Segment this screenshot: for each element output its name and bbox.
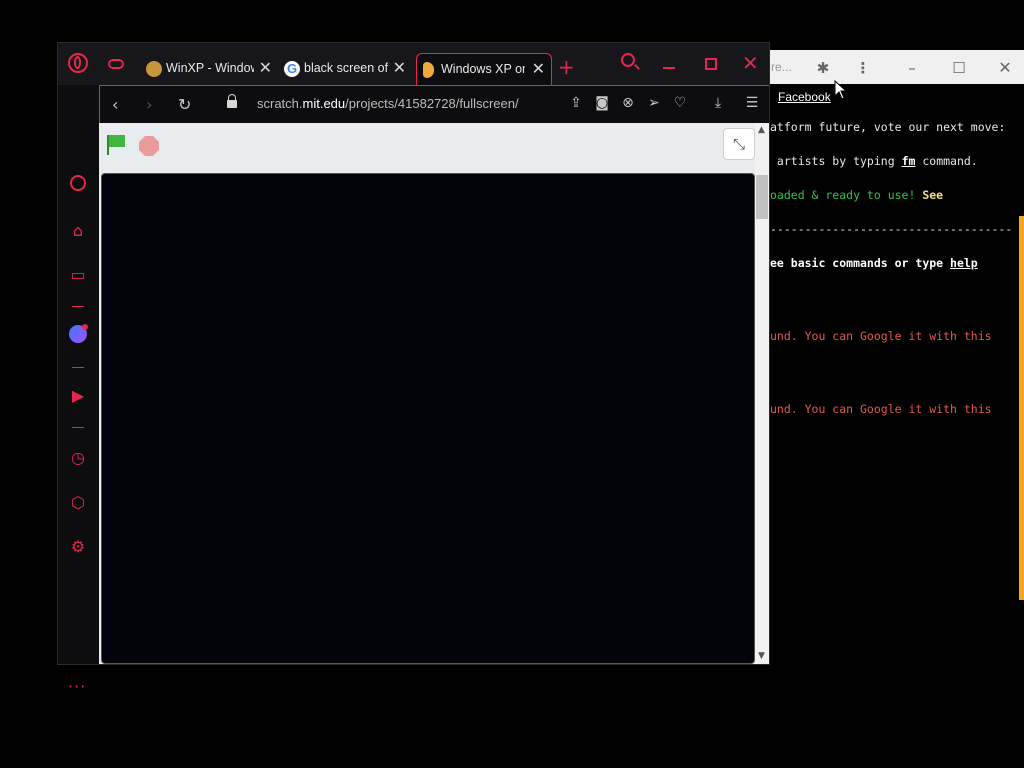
easy-setup-icon[interactable]: ☰	[743, 95, 761, 111]
new-tab-button[interactable]: +	[558, 55, 575, 79]
tab-google-search[interactable]: black screen of death ✕	[280, 53, 412, 85]
address-bar-area: ‹ › ↻ scratch.mit.edu/projects/41582728/…	[99, 85, 769, 123]
minimize-icon[interactable]: –	[901, 57, 923, 79]
gamepad-icon[interactable]	[108, 59, 124, 69]
tab-bar: WinXP - Windows ✕ black screen of death …	[58, 43, 769, 85]
url-field[interactable]: scratch.mit.edu/projects/41582728/fullsc…	[257, 96, 519, 111]
scratch-page: ⤡ ▲ ▼	[99, 123, 769, 664]
green-flag-icon[interactable]	[107, 135, 125, 155]
opera-browser-window: WinXP - Windows ✕ black screen of death …	[57, 42, 770, 696]
terminal-line: atform future, vote our next move:	[770, 120, 1006, 134]
speed-dial-icon[interactable]	[70, 175, 86, 191]
background-titlebar: re... ✱ ⋮ – ☐ ✕	[770, 50, 1024, 84]
maximize-icon[interactable]: ☐	[948, 57, 970, 79]
sidebar-divider	[72, 306, 84, 307]
google-favicon-icon	[284, 61, 300, 77]
opera-sidebar: ⌂ ▭ ▶ ◷ ⬡ ⚙ ···	[58, 85, 99, 696]
close-tab-icon[interactable]: ✕	[393, 58, 406, 77]
sidebar-divider	[72, 367, 84, 368]
twitch-icon[interactable]: ▭	[68, 265, 88, 285]
terminal-line: artists by typing fm command.	[770, 154, 978, 168]
opera-logo-icon[interactable]	[68, 53, 88, 73]
close-icon[interactable]: ✕	[994, 57, 1016, 79]
terminal-error-line: und. You can Google it with this	[770, 329, 992, 343]
bag-icon[interactable]: ⌂	[68, 221, 88, 241]
terminal-line: oaded & ready to use! See	[770, 188, 944, 202]
settings-icon[interactable]: ⚙	[68, 537, 88, 557]
back-button[interactable]: ‹	[112, 95, 118, 114]
messenger-badge	[82, 324, 88, 330]
exit-fullscreen-button[interactable]: ⤡	[723, 128, 755, 160]
scroll-up-icon[interactable]: ▲	[758, 125, 765, 135]
terminal-line: ee basic commands or type help	[770, 256, 978, 270]
share-icon[interactable]: ⇪	[567, 95, 585, 111]
history-icon[interactable]: ◷	[68, 448, 88, 468]
tab-windows-xp-scratch[interactable]: Windows XP on ✕	[416, 53, 552, 85]
reload-button[interactable]: ↻	[178, 95, 191, 114]
scratch-controls: ⤡	[99, 123, 755, 167]
sidebar-more-icon[interactable]: ···	[68, 677, 86, 696]
background-browser-window: re... ✱ ⋮ – ☐ ✕ Facebook atform future, …	[770, 50, 1024, 600]
scrollbar-thumb[interactable]	[756, 175, 768, 219]
bookmark-facebook[interactable]: Facebook	[778, 90, 831, 104]
scratch-stage[interactable]	[101, 173, 755, 664]
compress-icon: ⤡	[732, 135, 745, 153]
camera-icon[interactable]: ◙	[593, 95, 611, 111]
scratch-favicon-icon	[423, 62, 434, 78]
tab-label: WinXP - Windows	[166, 61, 254, 75]
heart-icon[interactable]: ♡	[671, 95, 689, 111]
cube-icon[interactable]: ⬡	[68, 493, 88, 513]
close-tab-icon[interactable]: ✕	[259, 58, 272, 77]
winxp-favicon-icon	[146, 61, 162, 77]
forward-button[interactable]: ›	[146, 95, 152, 114]
minimize-button[interactable]	[663, 67, 675, 69]
accent-bar	[1019, 216, 1024, 600]
tab-search-icon[interactable]	[621, 53, 635, 67]
background-tab-fragment[interactable]: re...	[771, 60, 792, 74]
terminal-error-line: und. You can Google it with this	[770, 402, 992, 416]
page-scrollbar[interactable]: ▲ ▼	[755, 123, 769, 664]
send-icon[interactable]: ➢	[645, 95, 663, 111]
download-icon[interactable]: ⤓	[709, 95, 727, 111]
sidebar-divider	[72, 427, 84, 428]
terminal-separator: -----------------------------------	[770, 222, 1013, 236]
close-window-button[interactable]: ✕	[742, 51, 759, 75]
stop-sign-icon[interactable]	[139, 136, 159, 156]
adblock-icon[interactable]: ⊗	[619, 95, 637, 111]
tab-label: Windows XP on	[441, 62, 525, 76]
lock-icon[interactable]	[227, 94, 237, 108]
terminal-output: atform future, vote our next move: artis…	[770, 120, 1024, 600]
puzzle-icon[interactable]: ✱	[812, 57, 834, 79]
more-vert-icon[interactable]: ⋮	[852, 57, 874, 79]
maximize-button[interactable]	[705, 58, 717, 70]
mouse-cursor-icon	[834, 80, 848, 100]
close-tab-icon[interactable]: ✕	[532, 59, 545, 78]
player-icon[interactable]: ▶	[68, 386, 88, 406]
tab-label: black screen of death	[304, 61, 392, 75]
scroll-down-icon[interactable]: ▼	[758, 651, 765, 661]
tab-winxp[interactable]: WinXP - Windows ✕	[142, 53, 278, 85]
